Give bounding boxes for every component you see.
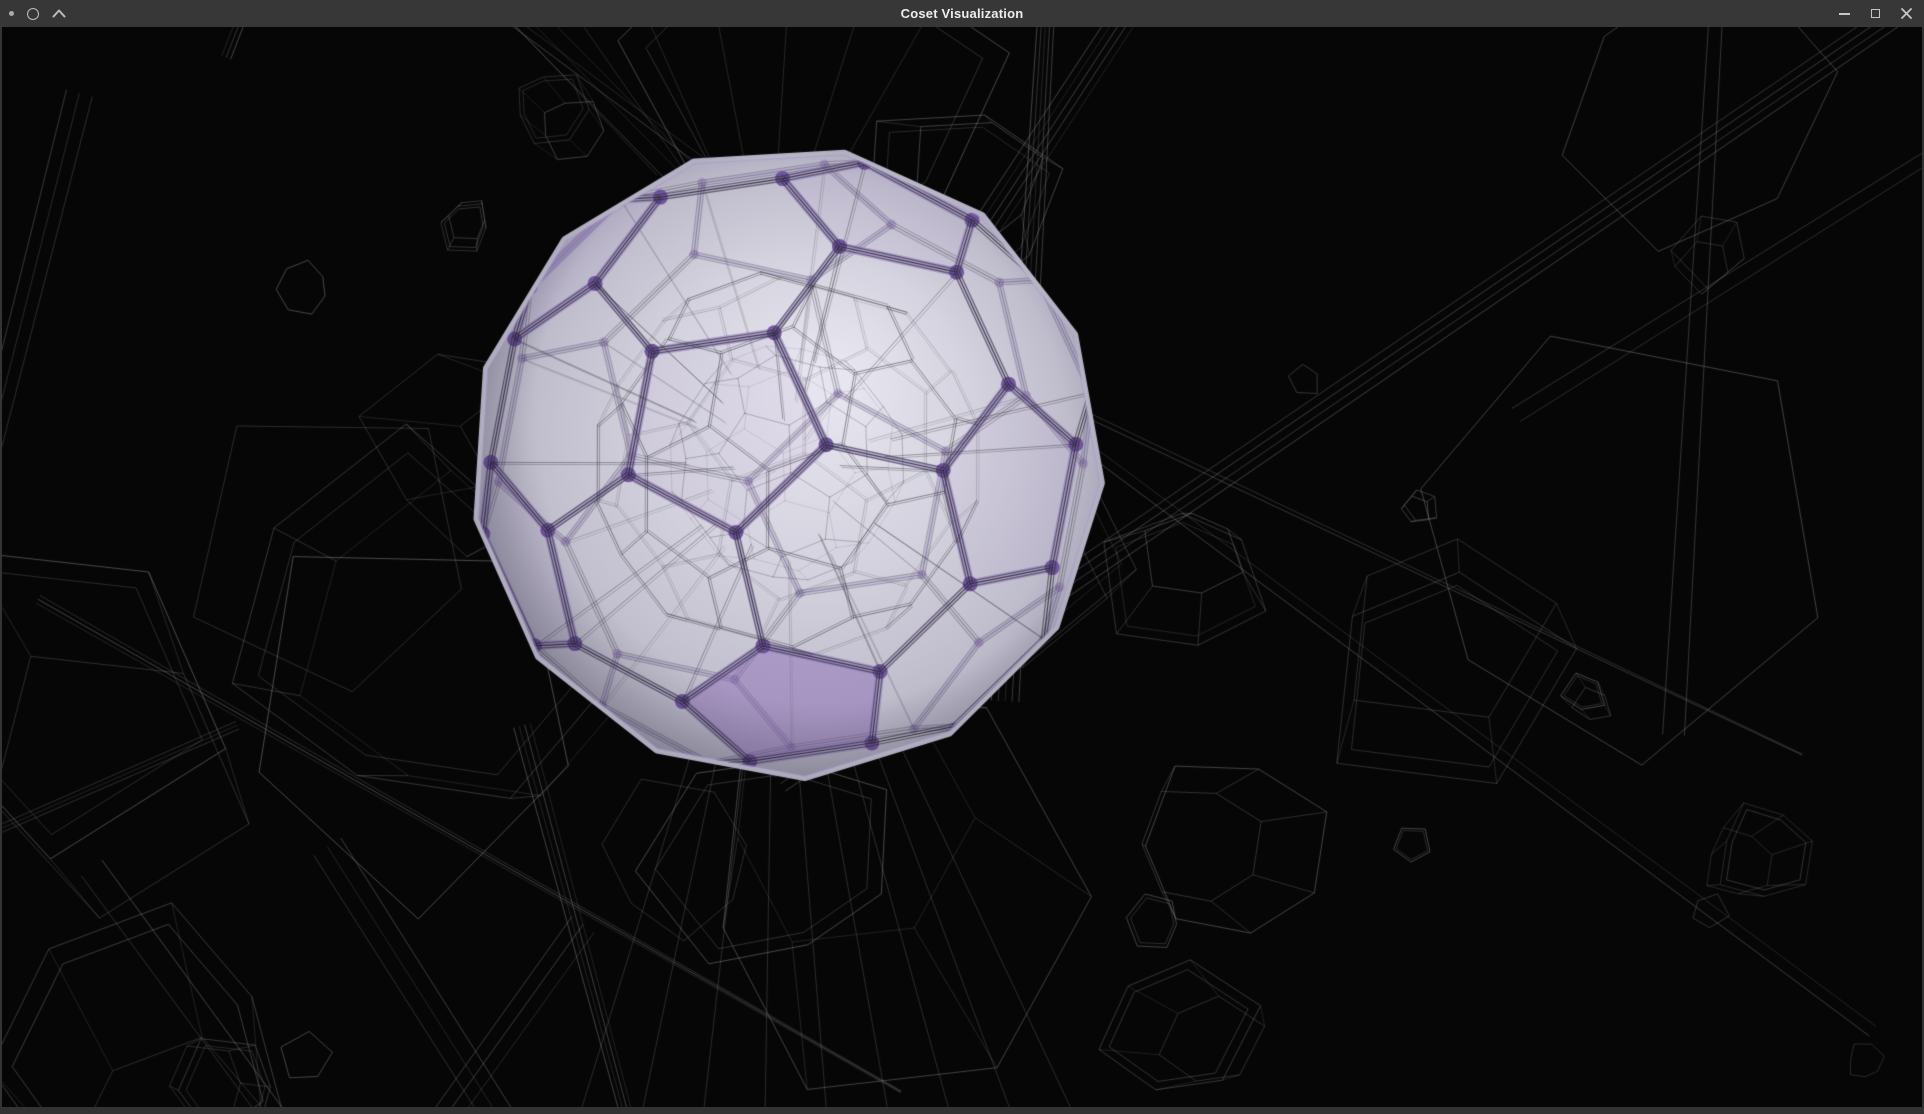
app-window: Coset Visualization	[0, 0, 1924, 1114]
window-title: Coset Visualization	[0, 0, 1924, 27]
viewport	[2, 27, 1922, 1107]
circle-icon[interactable]	[27, 8, 39, 20]
minimize-button[interactable]	[1837, 7, 1851, 21]
titlebar-left-icons	[9, 0, 66, 27]
close-button[interactable]	[1899, 7, 1913, 21]
minimize-icon	[1839, 13, 1850, 15]
titlebar[interactable]: Coset Visualization	[0, 0, 1924, 27]
workspace-dot-icon[interactable]	[9, 11, 14, 16]
maximize-icon	[1871, 9, 1880, 18]
window-left-border	[0, 27, 2, 1107]
window-controls	[1837, 0, 1913, 27]
window-bottom-border	[0, 1107, 1924, 1114]
chevron-up-icon[interactable]	[52, 9, 66, 18]
close-icon	[1900, 7, 1913, 20]
viewport-canvas[interactable]	[2, 27, 1922, 1107]
maximize-button[interactable]	[1868, 7, 1882, 21]
